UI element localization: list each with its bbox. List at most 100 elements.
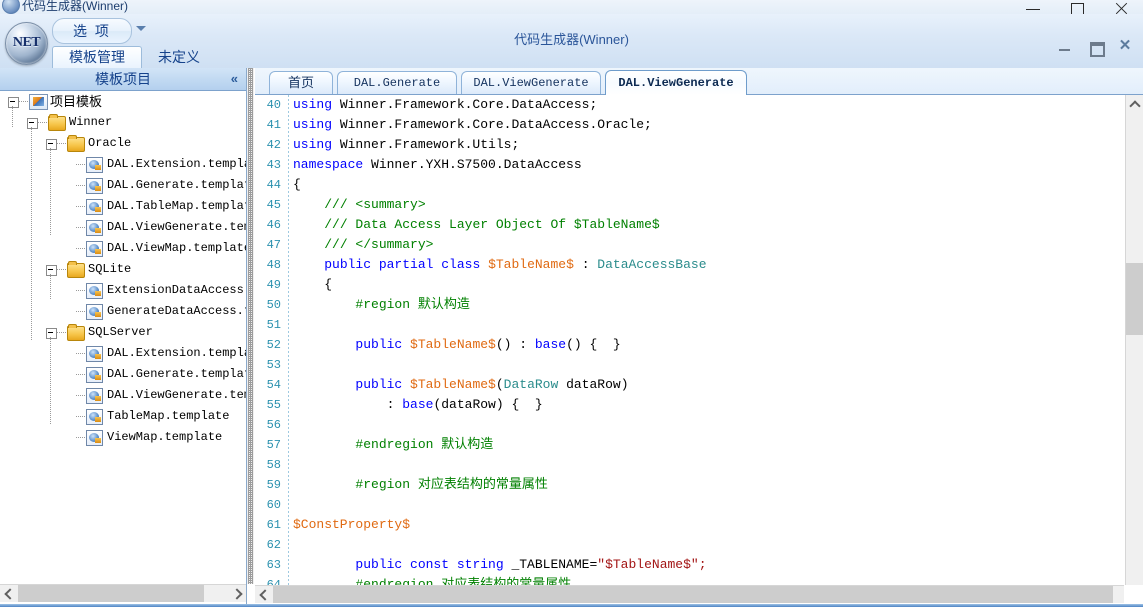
code-token: ( — [495, 377, 504, 392]
ribbon-tab-template-management[interactable]: 模板管理 — [52, 46, 142, 68]
document-tab[interactable]: 首页 — [269, 71, 333, 94]
code-token: Winner.Framework.Utils; — [339, 137, 520, 152]
editor-hscroll-left-arrow-icon[interactable] — [255, 586, 272, 603]
code-token: using — [293, 137, 340, 152]
code-line: #endregion 对应表结构的常量属性 — [293, 575, 1123, 585]
document-tab[interactable]: DAL.ViewGenerate — [461, 71, 601, 94]
panel-header: 模板项目 « — [0, 68, 246, 91]
tree-collapse-icon[interactable] — [46, 328, 57, 339]
editor-vscrollbar[interactable] — [1125, 95, 1143, 585]
tree-item[interactable]: ExtensionDataAccess.tem — [0, 280, 246, 301]
code-token: $TableName$ — [410, 337, 496, 352]
code-token: (dataRow) { } — [433, 397, 543, 412]
tree-item-label: ViewMap.template — [107, 430, 223, 444]
tree-item[interactable]: Winner — [0, 112, 246, 133]
tree-connector — [76, 227, 85, 228]
inner-maximize-button[interactable] — [1081, 36, 1109, 57]
tree-item[interactable]: SQLServer — [0, 322, 246, 343]
outer-maximize-button[interactable] — [1055, 0, 1099, 14]
code-editor[interactable]: 40 41 42 43 44 45 46 47 48 49 50 51 52 53 54 55 56 57 58 59… — [255, 95, 1124, 585]
ribbon-tab-undefined[interactable]: 未定义 — [142, 46, 216, 68]
line-number: 61 — [266, 518, 281, 532]
hscroll-left-arrow-icon[interactable] — [0, 585, 17, 602]
tree-item-label: TableMap.template — [107, 409, 230, 423]
tree-item-label: SQLServer — [88, 325, 153, 339]
left-panel-hscrollbar[interactable] — [0, 584, 246, 602]
inner-minimize-button[interactable] — [1051, 36, 1079, 56]
line-number: 58 — [266, 458, 281, 472]
tree-item[interactable]: GenerateDataAccess.temp — [0, 301, 246, 322]
template-tree[interactable]: 项目模板 Winner Oracle DAL.Extension.template DA… — [0, 91, 246, 584]
code-line: #endregion 默认构造 — [293, 435, 1123, 455]
vscroll-up-arrow-icon[interactable] — [1126, 95, 1143, 112]
line-number: 57 — [266, 438, 281, 452]
collapse-panel-button[interactable]: « — [231, 68, 238, 90]
line-number: 56 — [266, 418, 281, 432]
tree-collapse-icon[interactable] — [27, 118, 38, 129]
project-template-icon — [29, 94, 48, 110]
tree-connector — [76, 374, 85, 375]
tree-collapse-icon[interactable] — [46, 139, 57, 150]
code-line: namespace Winner.YXH.S7500.DataAccess — [293, 155, 1123, 175]
outer-window-title: 代码生成器(Winner) — [22, 0, 129, 13]
editor-hscroll-thumb[interactable] — [273, 586, 1113, 603]
tree-item[interactable]: 项目模板 — [0, 91, 246, 112]
tree-item[interactable]: Oracle — [0, 133, 246, 154]
tree-item[interactable]: DAL.Extension.template — [0, 154, 246, 175]
tree-connector — [76, 164, 85, 165]
line-number: 46 — [266, 218, 281, 232]
tree-item[interactable]: DAL.ViewMap.template — [0, 238, 246, 259]
code-token: Winner.YXH.S7500.DataAccess — [371, 157, 582, 172]
template-file-icon — [86, 388, 103, 404]
template-file-icon — [86, 430, 103, 446]
line-number: 47 — [266, 238, 281, 252]
tree-collapse-icon[interactable] — [46, 265, 57, 276]
inner-window-title: 代码生成器(Winner) — [514, 32, 629, 47]
code-text-area[interactable]: using Winner.Framework.Core.DataAccess; u… — [293, 95, 1123, 585]
line-number: 45 — [266, 198, 281, 212]
tree-collapse-icon[interactable] — [8, 97, 19, 108]
tree-item-label: DAL.Extension.template — [107, 346, 246, 360]
code-token: DataRow — [503, 377, 559, 392]
outer-window-titlebar: 代码生成器(Winner) — [0, 0, 1143, 14]
vscroll-thumb[interactable] — [1126, 263, 1143, 335]
tree-item[interactable]: DAL.TableMap.template — [0, 196, 246, 217]
tree-item[interactable]: DAL.Extension.template — [0, 343, 246, 364]
tree-item[interactable]: DAL.ViewGenerate.templa — [0, 385, 246, 406]
line-number: 48 — [266, 258, 281, 272]
tree-connector — [76, 416, 85, 417]
tree-item[interactable]: TableMap.template — [0, 406, 246, 427]
tree-connector — [76, 290, 85, 291]
tree-item[interactable]: DAL.Generate.template — [0, 364, 246, 385]
document-tab[interactable]: DAL.ViewGenerate — [605, 70, 747, 95]
code-line: : base(dataRow) { } — [293, 395, 1123, 415]
tree-item[interactable]: DAL.Generate.template — [0, 175, 246, 196]
code-line: { — [293, 175, 1123, 195]
outer-close-button[interactable] — [1099, 0, 1143, 14]
tree-item[interactable]: DAL.ViewGenerate.templa — [0, 217, 246, 238]
outer-window-controls — [1011, 0, 1143, 14]
tree-item[interactable]: ViewMap.template — [0, 427, 246, 448]
code-token: class — [441, 257, 489, 272]
tree-item[interactable]: SQLite — [0, 259, 246, 280]
vscroll-track[interactable] — [1126, 112, 1143, 585]
line-number: 62 — [266, 538, 281, 552]
tree-item-label: DAL.Generate.template — [107, 178, 246, 192]
line-number: 43 — [266, 158, 281, 172]
gutter-separator — [288, 95, 289, 585]
tree-item-label: ExtensionDataAccess.tem — [107, 283, 246, 297]
tabstrip-lead — [255, 68, 269, 93]
hscroll-thumb[interactable] — [18, 585, 204, 602]
inner-close-button[interactable]: ✕ — [1111, 36, 1139, 56]
document-tab[interactable]: DAL.Generate — [337, 71, 457, 94]
main-body: 模板项目 « 项目模板 Winner Oracle DAL.Extension.tem… — [0, 68, 1143, 607]
hscroll-right-arrow-icon[interactable] — [229, 585, 246, 602]
line-number: 44 — [266, 178, 281, 192]
panel-splitter[interactable] — [247, 68, 254, 584]
editor-hscrollbar[interactable] — [255, 585, 1124, 603]
line-number: 53 — [266, 358, 281, 372]
outer-minimize-button[interactable] — [1011, 0, 1055, 14]
code-token: public — [355, 557, 411, 572]
